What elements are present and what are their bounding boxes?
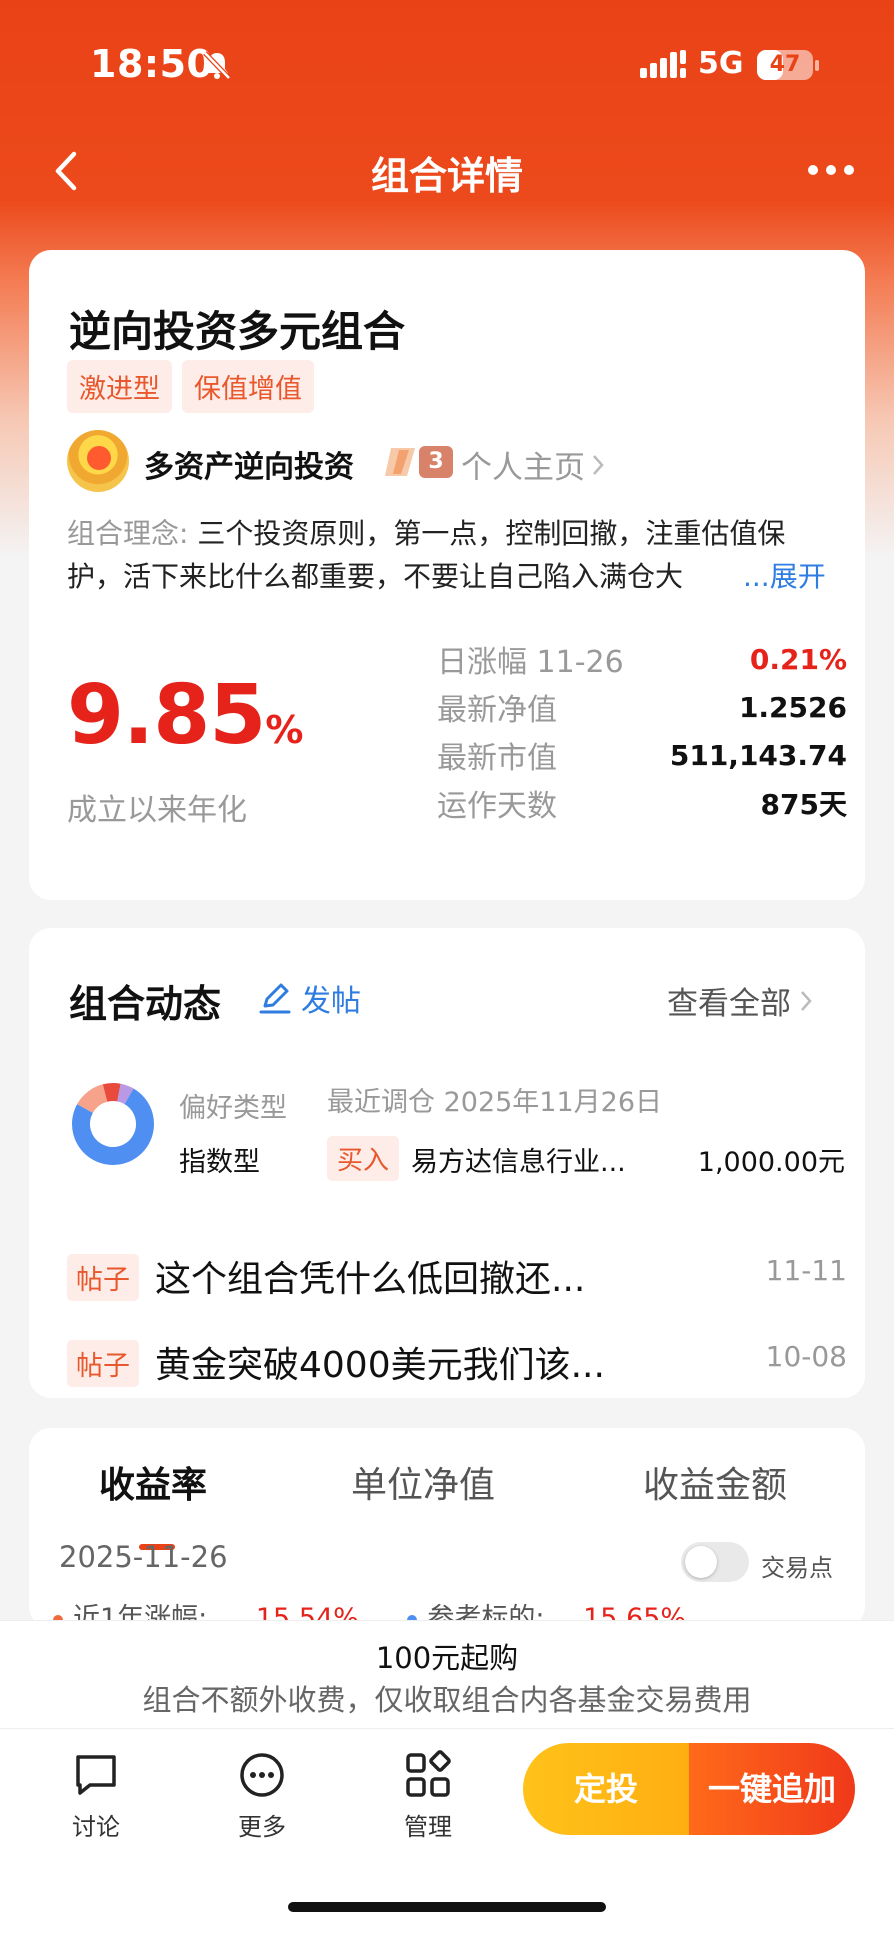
tabbar-label: 更多 — [238, 1813, 286, 1841]
tab-return-rate[interactable]: 收益率 — [99, 1456, 207, 1508]
tabbar-discussion[interactable]: 讨论 — [41, 1749, 151, 1842]
buy-amount: 1,000.00元 — [697, 1147, 845, 1178]
stats-list: 日涨幅 11-26 0.21% 最新净值 1.2526 最新市值 511,143… — [437, 635, 847, 827]
homepage-link[interactable]: 个人主页 — [461, 442, 605, 487]
stat-label: 最新净值 — [437, 693, 557, 728]
fee-description: 组合不额外收费，仅收取组合内各基金交易费用 — [142, 1683, 752, 1717]
tabbar-more[interactable]: 更多 — [207, 1749, 317, 1842]
pencil-icon — [259, 983, 291, 1014]
stat-label: 最新市值 — [437, 741, 557, 776]
stat-row-market-value: 最新市值 511,143.74 — [437, 731, 847, 779]
signal-icon — [640, 50, 686, 78]
grid-manage-icon — [406, 1750, 451, 1797]
buy-fund-name[interactable]: 易方达信息行业... — [411, 1140, 626, 1179]
expand-link[interactable]: ...展开 — [739, 555, 826, 595]
level-number: 3 — [428, 449, 444, 474]
post-title: 黄金突破4000美元我们该... — [155, 1345, 605, 1386]
tab-unit-nav[interactable]: 单位净值 — [351, 1456, 495, 1508]
philosophy-label: 组合理念: — [67, 517, 189, 550]
preference-label: 偏好类型 — [179, 1093, 287, 1124]
manager-name[interactable]: 多资产逆向投资 — [144, 442, 354, 486]
annual-return: 9.85% — [67, 668, 303, 763]
post-button[interactable]: 发帖 — [257, 976, 361, 1020]
fee-notice: 100元起购 组合不额外收费，仅收取组合内各基金交易费用 — [0, 1620, 894, 1728]
chart-tabs: 收益率 单位净值 收益金额 — [29, 1456, 865, 1550]
chevron-right-icon — [801, 990, 812, 1011]
cta-group: 定投 一键追加 — [523, 1743, 855, 1835]
post-date: 10-08 — [765, 1340, 847, 1373]
post-tag: 帖子 — [67, 1254, 139, 1301]
battery-percent: 47 — [769, 52, 801, 77]
stat-label: 运作天数 — [437, 789, 557, 824]
stat-value: 511,143.74 — [669, 738, 847, 772]
toggle-knob — [685, 1546, 717, 1578]
tabbar-label: 讨论 — [72, 1813, 120, 1841]
status-time: 18:50 — [90, 42, 214, 86]
post-date: 11-11 — [765, 1254, 847, 1287]
dynamics-title: 组合动态 — [69, 982, 222, 1026]
chart-date: 2025-11-26 — [59, 1540, 228, 1574]
battery-icon: 47 — [757, 50, 813, 80]
avatar-decoration — [87, 446, 111, 470]
post-row[interactable]: 帖子 黄金突破4000美元我们该... 10-08 — [67, 1334, 847, 1387]
annual-return-value: 9.85 — [67, 668, 266, 763]
stat-row-nav: 最新净值 1.2526 — [437, 683, 847, 731]
portfolio-summary-card: 逆向投资多元组合 激进型 保值增值 多资产逆向投资 3 个人主页 组合理念: 三… — [29, 250, 865, 900]
stat-row-days: 运作天数 875天 — [437, 779, 847, 827]
portfolio-name: 逆向投资多元组合 — [69, 307, 406, 356]
portfolio-tags: 激进型 保值增值 — [67, 360, 314, 413]
page-title: 组合详情 — [370, 154, 523, 198]
post-tag: 帖子 — [67, 1340, 139, 1387]
rebalance-date: 最近调仓 2025年11月26日 — [327, 1087, 663, 1118]
chat-bubble-icon — [76, 1755, 116, 1795]
stat-value: 1.2526 — [738, 690, 847, 724]
portfolio-philosophy: 组合理念: 三个投资原则，第一点，控制回撤，注重估值保护，活下来比什么都重要，不… — [67, 512, 837, 598]
min-purchase: 100元起购 — [375, 1641, 519, 1675]
stat-value: 0.21% — [749, 642, 847, 676]
post-title: 这个组合凭什么低回撤还... — [155, 1259, 586, 1300]
status-bar: 18:50 5G 47 — [0, 0, 894, 130]
portfolio-dynamics-card: 组合动态 发帖 查看全部 偏好类型 指数型 最近调仓 2025年11月26日 买… — [29, 928, 865, 1398]
mute-bell-icon — [203, 51, 231, 80]
goal-tag: 保值增值 — [182, 360, 314, 413]
preference-value: 指数型 — [179, 1147, 260, 1178]
tabbar-label: 管理 — [404, 1813, 452, 1841]
post-row[interactable]: 帖子 这个组合凭什么低回撤还... 11-11 — [67, 1248, 847, 1301]
buy-tag: 买入 — [327, 1136, 400, 1181]
battery-cap — [815, 60, 819, 71]
view-all-label: 查看全部 — [667, 986, 791, 1022]
auto-invest-button[interactable]: 定投 — [523, 1743, 689, 1835]
stat-value: 875天 — [760, 788, 847, 821]
performance-card: 收益率 单位净值 收益金额 2025-11-26 交易点 近1年涨幅: 15.5… — [29, 1428, 865, 1634]
allocation-donut-icon — [72, 1083, 154, 1165]
add-funds-button[interactable]: 一键追加 — [689, 1743, 855, 1835]
post-button-label: 发帖 — [301, 984, 361, 1019]
more-dots-icon[interactable] — [806, 160, 856, 180]
tab-profit-amount[interactable]: 收益金额 — [643, 1456, 787, 1508]
view-all-link[interactable]: 查看全部 — [667, 978, 813, 1023]
trade-points-label: 交易点 — [761, 1554, 833, 1582]
chevron-right-icon — [593, 454, 604, 475]
tabbar-manage[interactable]: 管理 — [373, 1749, 483, 1842]
homepage-label: 个人主页 — [461, 450, 585, 486]
risk-tag: 激进型 — [67, 360, 172, 413]
annual-return-unit: % — [265, 708, 304, 752]
stat-label: 日涨幅 11-26 — [437, 645, 624, 680]
annual-return-label: 成立以来年化 — [67, 793, 247, 828]
more-circle-icon — [240, 1753, 284, 1797]
stat-row-daily-change: 日涨幅 11-26 0.21% — [437, 635, 847, 683]
home-indicator — [288, 1902, 606, 1912]
network-type: 5G — [698, 46, 744, 81]
trade-points-toggle[interactable] — [681, 1542, 749, 1582]
